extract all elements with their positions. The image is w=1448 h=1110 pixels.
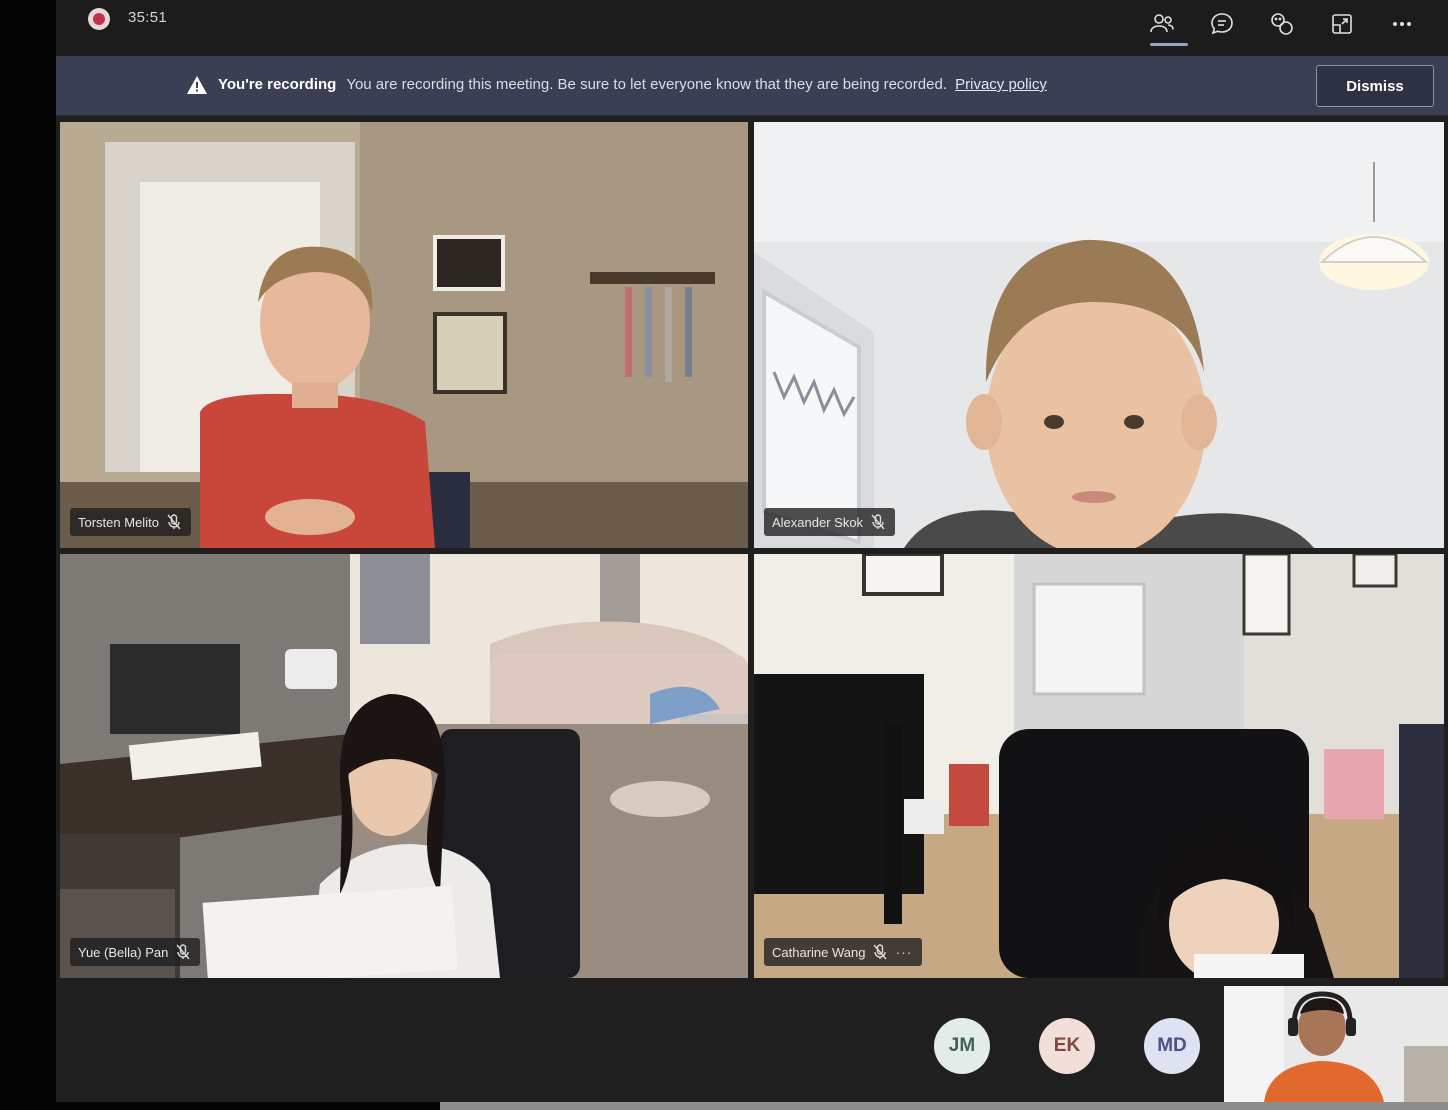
recording-banner-message: You are recording this meeting. Be sure … [346, 76, 947, 93]
participant-name: Alexander Skok [772, 514, 864, 530]
recording-banner-text: You're recording You are recording this m… [218, 76, 1047, 93]
teams-meeting-window: 35:51 You're recording You are recording… [56, 0, 1448, 1102]
share-screen-icon [1332, 14, 1352, 34]
raise-hand-icon [1271, 13, 1293, 35]
recording-banner-title: You're recording [218, 76, 337, 93]
self-view-video[interactable] [1224, 986, 1448, 1102]
chat-button[interactable] [1192, 4, 1252, 44]
participants-icon [1150, 14, 1174, 33]
participant-name: Yue (Bella) Pan [78, 944, 169, 960]
participant-more-options[interactable]: ··· [895, 944, 912, 960]
chat-icon [1211, 13, 1233, 35]
share-tray-button[interactable] [1312, 4, 1372, 44]
dismiss-button[interactable]: Dismiss [1316, 65, 1434, 107]
video-tile-yue-bella-pan[interactable]: Yue (Bella) Pan [60, 554, 748, 978]
self-video [1224, 986, 1448, 1102]
participant-avatar-ek[interactable]: EK [1039, 1018, 1095, 1074]
participants-button[interactable] [1132, 4, 1192, 46]
participant-name-tag: Yue (Bella) Pan [70, 938, 201, 966]
muted-mic-icon [167, 514, 181, 530]
participant-avatar-jm[interactable]: JM [934, 1018, 990, 1074]
meeting-toolbar: 35:51 [56, 0, 1448, 56]
more-options-button[interactable] [1372, 4, 1432, 44]
warning-icon [187, 76, 207, 94]
participant-name: Torsten Melito [78, 514, 159, 530]
muted-mic-icon [176, 944, 190, 960]
participant-video [754, 554, 1444, 978]
recording-indicator-icon [88, 8, 110, 30]
video-tile-torsten-melito[interactable]: Torsten Melito [60, 122, 748, 548]
toolbar-actions [1132, 4, 1432, 46]
participant-name-tag: Catharine Wang ··· [764, 938, 923, 966]
recording-banner: You're recording You are recording this m… [56, 56, 1448, 116]
participant-name: Catharine Wang [772, 944, 866, 960]
participant-video [60, 122, 748, 548]
video-tile-catharine-wang[interactable]: Catharine Wang ··· [754, 554, 1444, 978]
privacy-policy-link[interactable]: Privacy policy [955, 76, 1047, 93]
muted-mic-icon [873, 944, 888, 960]
reactions-button[interactable] [1252, 4, 1312, 44]
window-bottom-edge [440, 1102, 1448, 1110]
participant-avatar-md[interactable]: MD [1144, 1018, 1200, 1074]
participant-name-tag: Torsten Melito [70, 508, 191, 536]
participant-name-tag: Alexander Skok [764, 508, 896, 536]
participant-video [754, 122, 1444, 548]
meeting-timer: 35:51 [128, 9, 168, 26]
video-tile-alexander-skok[interactable]: Alexander Skok [754, 122, 1444, 548]
more-options-icon [1393, 22, 1411, 26]
muted-mic-icon [871, 514, 885, 530]
overflow-participants-strip: JM EK MD [56, 982, 1448, 1102]
participant-video [60, 554, 748, 978]
